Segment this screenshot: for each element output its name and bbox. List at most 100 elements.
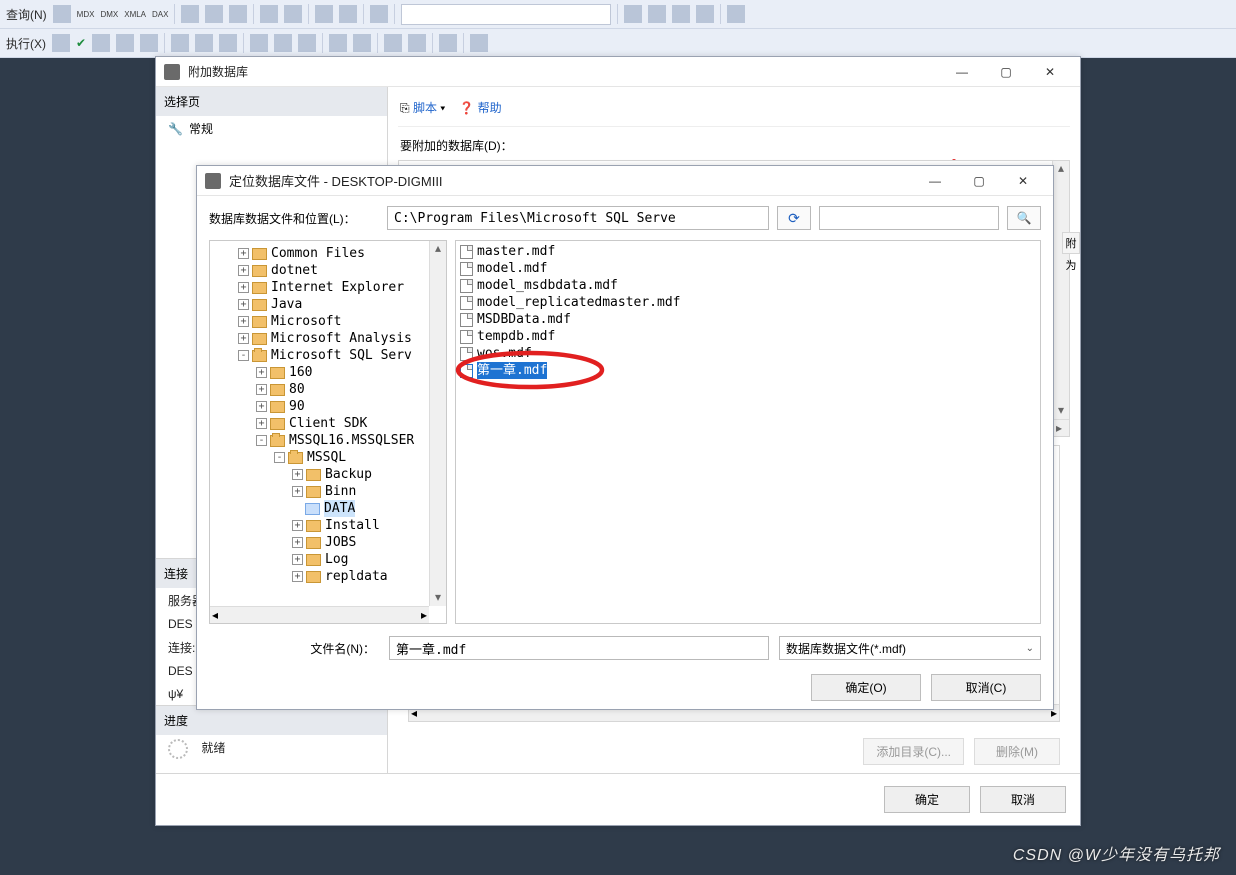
- tree-item[interactable]: -Microsoft SQL Serv: [210, 347, 446, 364]
- tree-item[interactable]: +Microsoft Analysis: [210, 330, 446, 347]
- tree-toggle-icon[interactable]: -: [274, 452, 285, 463]
- toolbar-icon[interactable]: [92, 34, 110, 52]
- toolbar-combo[interactable]: [401, 4, 611, 25]
- script-link[interactable]: ⎘ 脚本 ▾: [400, 99, 445, 116]
- tree-toggle-icon[interactable]: +: [238, 299, 249, 310]
- toolbar-icon[interactable]: [672, 5, 690, 23]
- tree-toggle-icon[interactable]: +: [238, 282, 249, 293]
- toolbar-icon[interactable]: [370, 5, 388, 23]
- locate-titlebar[interactable]: 定位数据库文件 - DESKTOP-DIGMIII — ▢ ✕: [197, 166, 1053, 196]
- file-item[interactable]: wos.mdf: [456, 345, 1040, 362]
- tree-toggle-icon[interactable]: +: [292, 469, 303, 480]
- tree-item[interactable]: +repldata: [210, 568, 446, 585]
- tree-item[interactable]: +Client SDK: [210, 415, 446, 432]
- dmx-icon[interactable]: DMX: [100, 10, 118, 19]
- tree-item[interactable]: DATA: [210, 500, 446, 517]
- toolbar-icon[interactable]: [339, 5, 357, 23]
- tree-toggle-icon[interactable]: -: [256, 435, 267, 446]
- menu-query[interactable]: 查询(N): [6, 6, 47, 23]
- tree-item[interactable]: +80: [210, 381, 446, 398]
- toolbar-icon[interactable]: [195, 34, 213, 52]
- tree-toggle-icon[interactable]: +: [292, 520, 303, 531]
- tree-item[interactable]: +Java: [210, 296, 446, 313]
- folder-tree[interactable]: +Common Files+dotnet+Internet Explorer+J…: [210, 241, 446, 605]
- attach-cancel-button[interactable]: 取消: [980, 786, 1066, 813]
- tree-toggle-icon[interactable]: +: [256, 401, 267, 412]
- tree-toggle-icon[interactable]: +: [256, 418, 267, 429]
- tree-item[interactable]: +JOBS: [210, 534, 446, 551]
- toolbar-icon[interactable]: [53, 5, 71, 23]
- file-item[interactable]: model_msdbdata.mdf: [456, 277, 1040, 294]
- tree-toggle-icon[interactable]: +: [238, 265, 249, 276]
- attach-ok-button[interactable]: 确定: [884, 786, 970, 813]
- vertical-scrollbar[interactable]: ▴▾: [429, 241, 446, 606]
- dax-icon[interactable]: DAX: [152, 10, 168, 19]
- toolbar-icon[interactable]: [315, 5, 333, 23]
- vertical-scrollbar[interactable]: ▴▾: [1052, 161, 1069, 419]
- toolbar-icon[interactable]: [219, 34, 237, 52]
- file-item[interactable]: 第一章.mdf: [456, 362, 1040, 379]
- tree-toggle-icon[interactable]: -: [238, 350, 249, 361]
- search-button[interactable]: 🔍: [1007, 206, 1041, 230]
- menu-run[interactable]: 执行(X): [6, 35, 46, 52]
- toolbar-icon[interactable]: [353, 34, 371, 52]
- toolbar-icon[interactable]: [250, 34, 268, 52]
- file-item[interactable]: tempdb.mdf: [456, 328, 1040, 345]
- tree-toggle-icon[interactable]: +: [292, 571, 303, 582]
- search-input[interactable]: [819, 206, 999, 230]
- toolbar-icon[interactable]: [439, 34, 457, 52]
- tree-toggle-icon[interactable]: +: [238, 248, 249, 259]
- toolbar-icon[interactable]: [260, 5, 278, 23]
- close-button[interactable]: ✕: [1028, 58, 1072, 86]
- toolbar-icon[interactable]: [648, 5, 666, 23]
- tree-toggle-icon[interactable]: +: [256, 367, 267, 378]
- toolbar-icon[interactable]: [696, 5, 714, 23]
- tree-toggle-icon[interactable]: +: [292, 486, 303, 497]
- attach-titlebar[interactable]: 附加数据库 — ▢ ✕: [156, 57, 1080, 87]
- tree-item[interactable]: +Microsoft: [210, 313, 446, 330]
- file-item[interactable]: model.mdf: [456, 260, 1040, 277]
- file-list[interactable]: master.mdfmodel.mdfmodel_msdbdata.mdfmod…: [456, 241, 1040, 381]
- minimize-button[interactable]: —: [913, 167, 957, 195]
- toolbar-icon[interactable]: [470, 34, 488, 52]
- mdx-icon[interactable]: MDX: [77, 10, 95, 19]
- tree-toggle-icon[interactable]: +: [238, 316, 249, 327]
- filename-input[interactable]: [389, 636, 769, 660]
- toolbar-icon[interactable]: [384, 34, 402, 52]
- path-input[interactable]: [387, 206, 769, 230]
- toolbar-icon[interactable]: [52, 34, 70, 52]
- toolbar-icon[interactable]: [181, 5, 199, 23]
- locate-cancel-button[interactable]: 取消(C): [931, 674, 1041, 701]
- tree-item[interactable]: +Install: [210, 517, 446, 534]
- tree-toggle-icon[interactable]: +: [292, 537, 303, 548]
- maximize-button[interactable]: ▢: [957, 167, 1001, 195]
- tree-item[interactable]: +Common Files: [210, 245, 446, 262]
- tree-toggle-icon[interactable]: +: [256, 384, 267, 395]
- tree-item[interactable]: +Binn: [210, 483, 446, 500]
- tree-item[interactable]: +dotnet: [210, 262, 446, 279]
- file-item[interactable]: MSDBData.mdf: [456, 311, 1040, 328]
- tree-item[interactable]: -MSSQL: [210, 449, 446, 466]
- toolbar-icon[interactable]: [408, 34, 426, 52]
- tree-item[interactable]: +160: [210, 364, 446, 381]
- tree-item[interactable]: +Backup: [210, 466, 446, 483]
- tree-toggle-icon[interactable]: +: [292, 554, 303, 565]
- filetype-select[interactable]: 数据库数据文件(*.mdf) ⌄: [779, 636, 1041, 660]
- tree-item[interactable]: -MSSQL16.MSSQLSER: [210, 432, 446, 449]
- xmla-icon[interactable]: XMLA: [124, 10, 146, 19]
- horizontal-scrollbar[interactable]: ◂▸: [210, 606, 429, 623]
- file-item[interactable]: master.mdf: [456, 243, 1040, 260]
- close-button[interactable]: ✕: [1001, 167, 1045, 195]
- refresh-button[interactable]: ⟳: [777, 206, 811, 230]
- tree-item[interactable]: +Internet Explorer: [210, 279, 446, 296]
- toolbar-icon[interactable]: [298, 34, 316, 52]
- locate-ok-button[interactable]: 确定(O): [811, 674, 921, 701]
- file-item[interactable]: model_replicatedmaster.mdf: [456, 294, 1040, 311]
- toolbar-icon[interactable]: [171, 34, 189, 52]
- toolbar-icon[interactable]: [284, 5, 302, 23]
- tree-item[interactable]: +90: [210, 398, 446, 415]
- tree-item[interactable]: +Log: [210, 551, 446, 568]
- toolbar-icon[interactable]: [205, 5, 223, 23]
- maximize-button[interactable]: ▢: [984, 58, 1028, 86]
- toolbar-icon[interactable]: [116, 34, 134, 52]
